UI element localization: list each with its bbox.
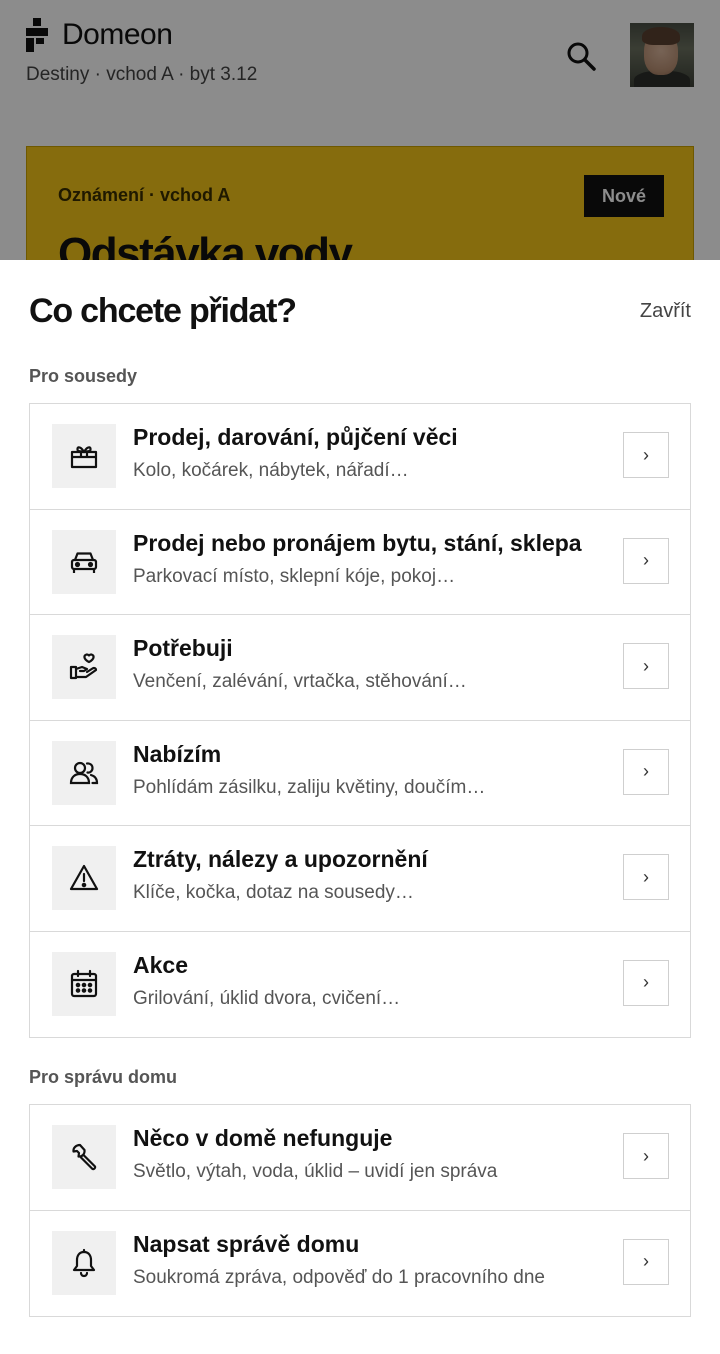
chevron-right-button[interactable]: ›: [623, 643, 669, 689]
list-item-offer[interactable]: Nabízím Pohlídám zásilku, zaliju květiny…: [30, 721, 690, 826]
section-label-management: Pro správu domu: [29, 1067, 178, 1087]
item-subtitle: Soukromá zpráva, odpověď do 1 pracovního…: [133, 1266, 545, 1288]
chevron-right-button[interactable]: ›: [623, 537, 669, 584]
list-item-broken[interactable]: Něco v domě nefunguje Světlo, výtah, vod…: [30, 1105, 690, 1211]
item-title: Něco v domě nefunguje: [133, 1125, 393, 1151]
item-title: Napsat správě domu: [133, 1230, 360, 1257]
chevron-right-button[interactable]: ›: [623, 1238, 669, 1285]
item-title: Potřebuji: [133, 635, 233, 661]
list-item-lost-found[interactable]: Ztráty, nálezy a upozornění Klíče, kočka…: [30, 826, 690, 932]
item-subtitle: Grilování, úklid dvora, cvičení…: [133, 987, 401, 1009]
chevron-right-button[interactable]: ›: [623, 1133, 669, 1179]
bell-icon: [52, 1230, 116, 1295]
list-item-need[interactable]: Potřebuji Venčení, zalévání, vrtačka, st…: [30, 615, 690, 721]
sheet-title: Co chcete přidat?: [29, 292, 297, 330]
chevron-right-button[interactable]: ›: [623, 959, 669, 1006]
list-item-sell-donate-lend[interactable]: Prodej, darování, půjčení věci Kolo, koč…: [30, 404, 690, 510]
chevron-right-button[interactable]: ›: [623, 748, 669, 795]
add-sheet: Co chcete přidat? Zavřít Pro sousedy Pro…: [0, 260, 720, 1354]
item-title: Akce: [133, 951, 188, 978]
gift-icon: [52, 424, 116, 488]
item-title: Nabízím: [133, 740, 222, 767]
car-icon: [52, 529, 116, 594]
item-subtitle: Pohlídám zásilku, zaliju květiny, doučím…: [133, 776, 486, 798]
hand-heart-icon: [52, 635, 116, 699]
chevron-right-button[interactable]: ›: [623, 432, 669, 478]
wrench-icon: [52, 1125, 116, 1189]
list-item-property[interactable]: Prodej nebo pronájem bytu, stání, sklepa…: [30, 510, 690, 615]
neighbors-list: Prodej, darování, půjčení věci Kolo, koč…: [29, 403, 691, 1038]
management-list: Něco v domě nefunguje Světlo, výtah, vod…: [29, 1104, 691, 1317]
users-icon: [52, 740, 116, 805]
item-title: Ztráty, nálezy a upozornění: [133, 846, 428, 872]
list-item-message-management[interactable]: Napsat správě domu Soukromá zpráva, odpo…: [30, 1211, 690, 1317]
section-label-neighbors: Pro sousedy: [29, 366, 138, 386]
item-subtitle: Parkovací místo, sklepní kóje, pokoj…: [133, 565, 456, 587]
warning-icon: [52, 846, 116, 910]
list-item-events[interactable]: Akce Grilování, úklid dvora, cvičení… ›: [30, 932, 690, 1038]
item-subtitle: Venčení, zalévání, vrtačka, stěhování…: [133, 671, 467, 692]
item-subtitle: Klíče, kočka, dotaz na sousedy…: [133, 882, 414, 903]
item-title: Prodej nebo pronájem bytu, stání, sklepa: [133, 529, 582, 556]
item-title: Prodej, darování, půjčení věci: [133, 424, 458, 450]
item-subtitle: Světlo, výtah, voda, úklid – uvidí jen s…: [133, 1161, 498, 1182]
calendar-icon: [52, 951, 116, 1016]
close-button[interactable]: Zavřít: [640, 300, 691, 323]
item-subtitle: Kolo, kočárek, nábytek, nářadí…: [133, 460, 409, 481]
chevron-right-button[interactable]: ›: [623, 854, 669, 900]
